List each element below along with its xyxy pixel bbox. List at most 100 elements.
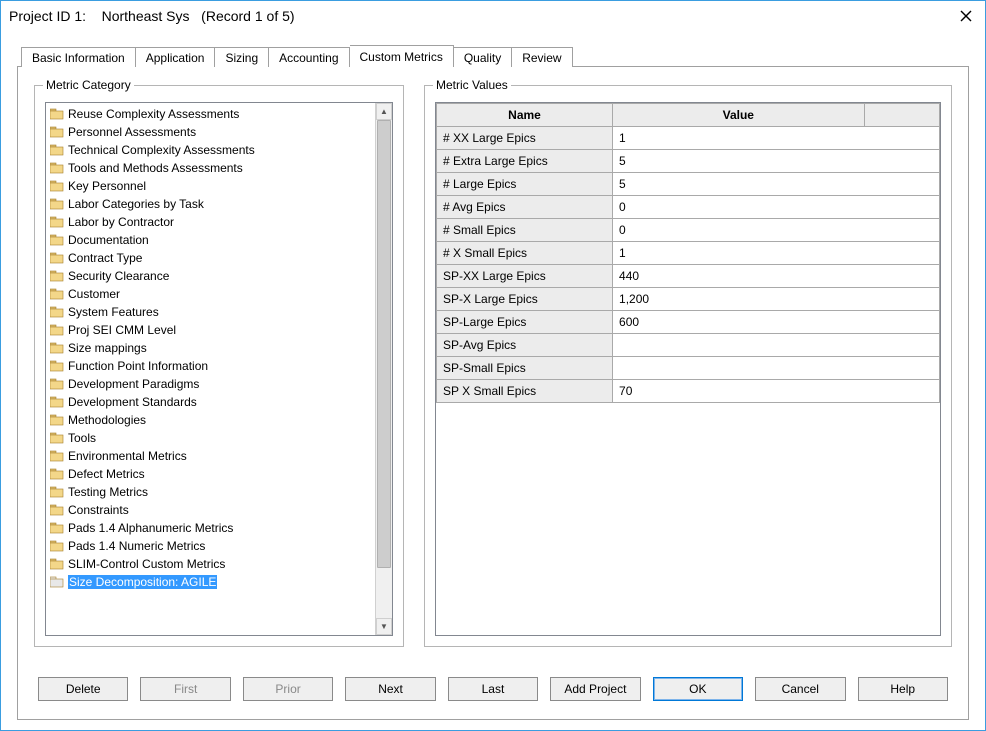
metric-value-cell[interactable]: 5: [613, 150, 940, 173]
category-item[interactable]: Methodologies: [46, 411, 375, 429]
help-button[interactable]: Help: [858, 677, 948, 701]
category-item[interactable]: Customer: [46, 285, 375, 303]
tab-panel-custom-metrics: Metric Category Reuse Complexity Assessm…: [17, 66, 969, 720]
folder-icon: [50, 450, 64, 462]
folder-icon: [50, 360, 64, 372]
table-row[interactable]: SP-XX Large Epics440: [437, 265, 940, 288]
metric-values-table[interactable]: Name Value # XX Large Epics1# Extra Larg…: [436, 103, 940, 403]
category-item[interactable]: Development Paradigms: [46, 375, 375, 393]
dialog-window: Project ID 1: Northeast Sys (Record 1 of…: [0, 0, 986, 731]
category-item-label: Defect Metrics: [68, 467, 145, 481]
category-item[interactable]: Function Point Information: [46, 357, 375, 375]
tab-review[interactable]: Review: [512, 47, 572, 67]
window-title: Project ID 1: Northeast Sys (Record 1 of…: [9, 8, 295, 24]
metric-category-tree[interactable]: Reuse Complexity Assessments Personnel As…: [46, 103, 375, 635]
table-row[interactable]: SP-Small Epics: [437, 357, 940, 380]
folder-icon: [50, 414, 64, 426]
scroll-track[interactable]: [376, 120, 392, 618]
category-item[interactable]: Tools: [46, 429, 375, 447]
category-item[interactable]: Tools and Methods Assessments: [46, 159, 375, 177]
first-button[interactable]: First: [140, 677, 230, 701]
table-row[interactable]: # Avg Epics0: [437, 196, 940, 219]
scroll-up-button[interactable]: ▲: [376, 103, 392, 120]
delete-button[interactable]: Delete: [38, 677, 128, 701]
category-item[interactable]: Labor by Contractor: [46, 213, 375, 231]
chevron-down-icon: ▼: [380, 622, 388, 631]
ok-button[interactable]: OK: [653, 677, 743, 701]
category-item[interactable]: Constraints: [46, 501, 375, 519]
category-item[interactable]: System Features: [46, 303, 375, 321]
category-item-label: Key Personnel: [68, 179, 146, 193]
metric-name-cell: # Large Epics: [437, 173, 613, 196]
category-item[interactable]: Pads 1.4 Numeric Metrics: [46, 537, 375, 555]
tab-application[interactable]: Application: [136, 47, 216, 67]
col-header-value[interactable]: Value: [613, 104, 865, 127]
category-item[interactable]: SLIM-Control Custom Metrics: [46, 555, 375, 573]
metric-value-cell[interactable]: 5: [613, 173, 940, 196]
metric-value-cell[interactable]: 1,200: [613, 288, 940, 311]
category-item[interactable]: Contract Type: [46, 249, 375, 267]
category-item[interactable]: Documentation: [46, 231, 375, 249]
close-button[interactable]: [953, 5, 979, 27]
scroll-thumb[interactable]: [377, 120, 391, 568]
category-item[interactable]: Defect Metrics: [46, 465, 375, 483]
table-row[interactable]: SP-Avg Epics: [437, 334, 940, 357]
metric-value-cell[interactable]: 0: [613, 196, 940, 219]
category-item[interactable]: Development Standards: [46, 393, 375, 411]
tab-accounting[interactable]: Accounting: [269, 47, 349, 67]
metric-value-cell[interactable]: [613, 357, 940, 380]
tab-sizing[interactable]: Sizing: [215, 47, 269, 67]
metric-value-cell[interactable]: 1: [613, 242, 940, 265]
category-item[interactable]: Size mappings: [46, 339, 375, 357]
folder-open-icon: [50, 576, 64, 588]
category-item[interactable]: Environmental Metrics: [46, 447, 375, 465]
tab-basic-information[interactable]: Basic Information: [21, 47, 136, 67]
category-item[interactable]: Size Decomposition: AGILE: [46, 573, 375, 591]
cancel-button[interactable]: Cancel: [755, 677, 845, 701]
category-item[interactable]: Pads 1.4 Alphanumeric Metrics: [46, 519, 375, 537]
category-item[interactable]: Proj SEI CMM Level: [46, 321, 375, 339]
folder-icon: [50, 216, 64, 228]
tree-scrollbar[interactable]: ▲ ▼: [375, 103, 392, 635]
metric-name-cell: SP-XX Large Epics: [437, 265, 613, 288]
table-row[interactable]: # X Small Epics1: [437, 242, 940, 265]
tab-custom-metrics[interactable]: Custom Metrics: [350, 45, 454, 67]
metric-value-cell[interactable]: 440: [613, 265, 940, 288]
add-project-button[interactable]: Add Project: [550, 677, 640, 701]
category-item[interactable]: Personnel Assessments: [46, 123, 375, 141]
category-item[interactable]: Technical Complexity Assessments: [46, 141, 375, 159]
category-item[interactable]: Key Personnel: [46, 177, 375, 195]
table-row[interactable]: # XX Large Epics1: [437, 127, 940, 150]
next-button[interactable]: Next: [345, 677, 435, 701]
metric-value-cell[interactable]: 1: [613, 127, 940, 150]
category-item-label: Personnel Assessments: [68, 125, 196, 139]
tab-quality[interactable]: Quality: [454, 47, 512, 67]
col-header-name[interactable]: Name: [437, 104, 613, 127]
metric-name-cell: SP X Small Epics: [437, 380, 613, 403]
table-header-row: Name Value: [437, 104, 940, 127]
metric-value-cell[interactable]: [613, 334, 940, 357]
category-item[interactable]: Labor Categories by Task: [46, 195, 375, 213]
table-row[interactable]: SP X Small Epics70: [437, 380, 940, 403]
metric-value-cell[interactable]: 70: [613, 380, 940, 403]
table-row[interactable]: # Small Epics0: [437, 219, 940, 242]
category-item[interactable]: Reuse Complexity Assessments: [46, 105, 375, 123]
metric-value-cell[interactable]: 0: [613, 219, 940, 242]
scroll-down-button[interactable]: ▼: [376, 618, 392, 635]
metric-category-tree-wrap: Reuse Complexity Assessments Personnel As…: [45, 102, 393, 636]
category-item[interactable]: Security Clearance: [46, 267, 375, 285]
table-row[interactable]: # Large Epics5: [437, 173, 940, 196]
table-row[interactable]: SP-Large Epics600: [437, 311, 940, 334]
last-button[interactable]: Last: [448, 677, 538, 701]
category-item-label: Security Clearance: [68, 269, 169, 283]
metric-name-cell: # X Small Epics: [437, 242, 613, 265]
table-row[interactable]: SP-X Large Epics1,200: [437, 288, 940, 311]
category-item-label: Testing Metrics: [68, 485, 148, 499]
chevron-up-icon: ▲: [380, 107, 388, 116]
col-header-extra[interactable]: [864, 104, 939, 127]
metric-value-cell[interactable]: 600: [613, 311, 940, 334]
category-item-label: Documentation: [68, 233, 149, 247]
category-item[interactable]: Testing Metrics: [46, 483, 375, 501]
prior-button[interactable]: Prior: [243, 677, 333, 701]
table-row[interactable]: # Extra Large Epics5: [437, 150, 940, 173]
